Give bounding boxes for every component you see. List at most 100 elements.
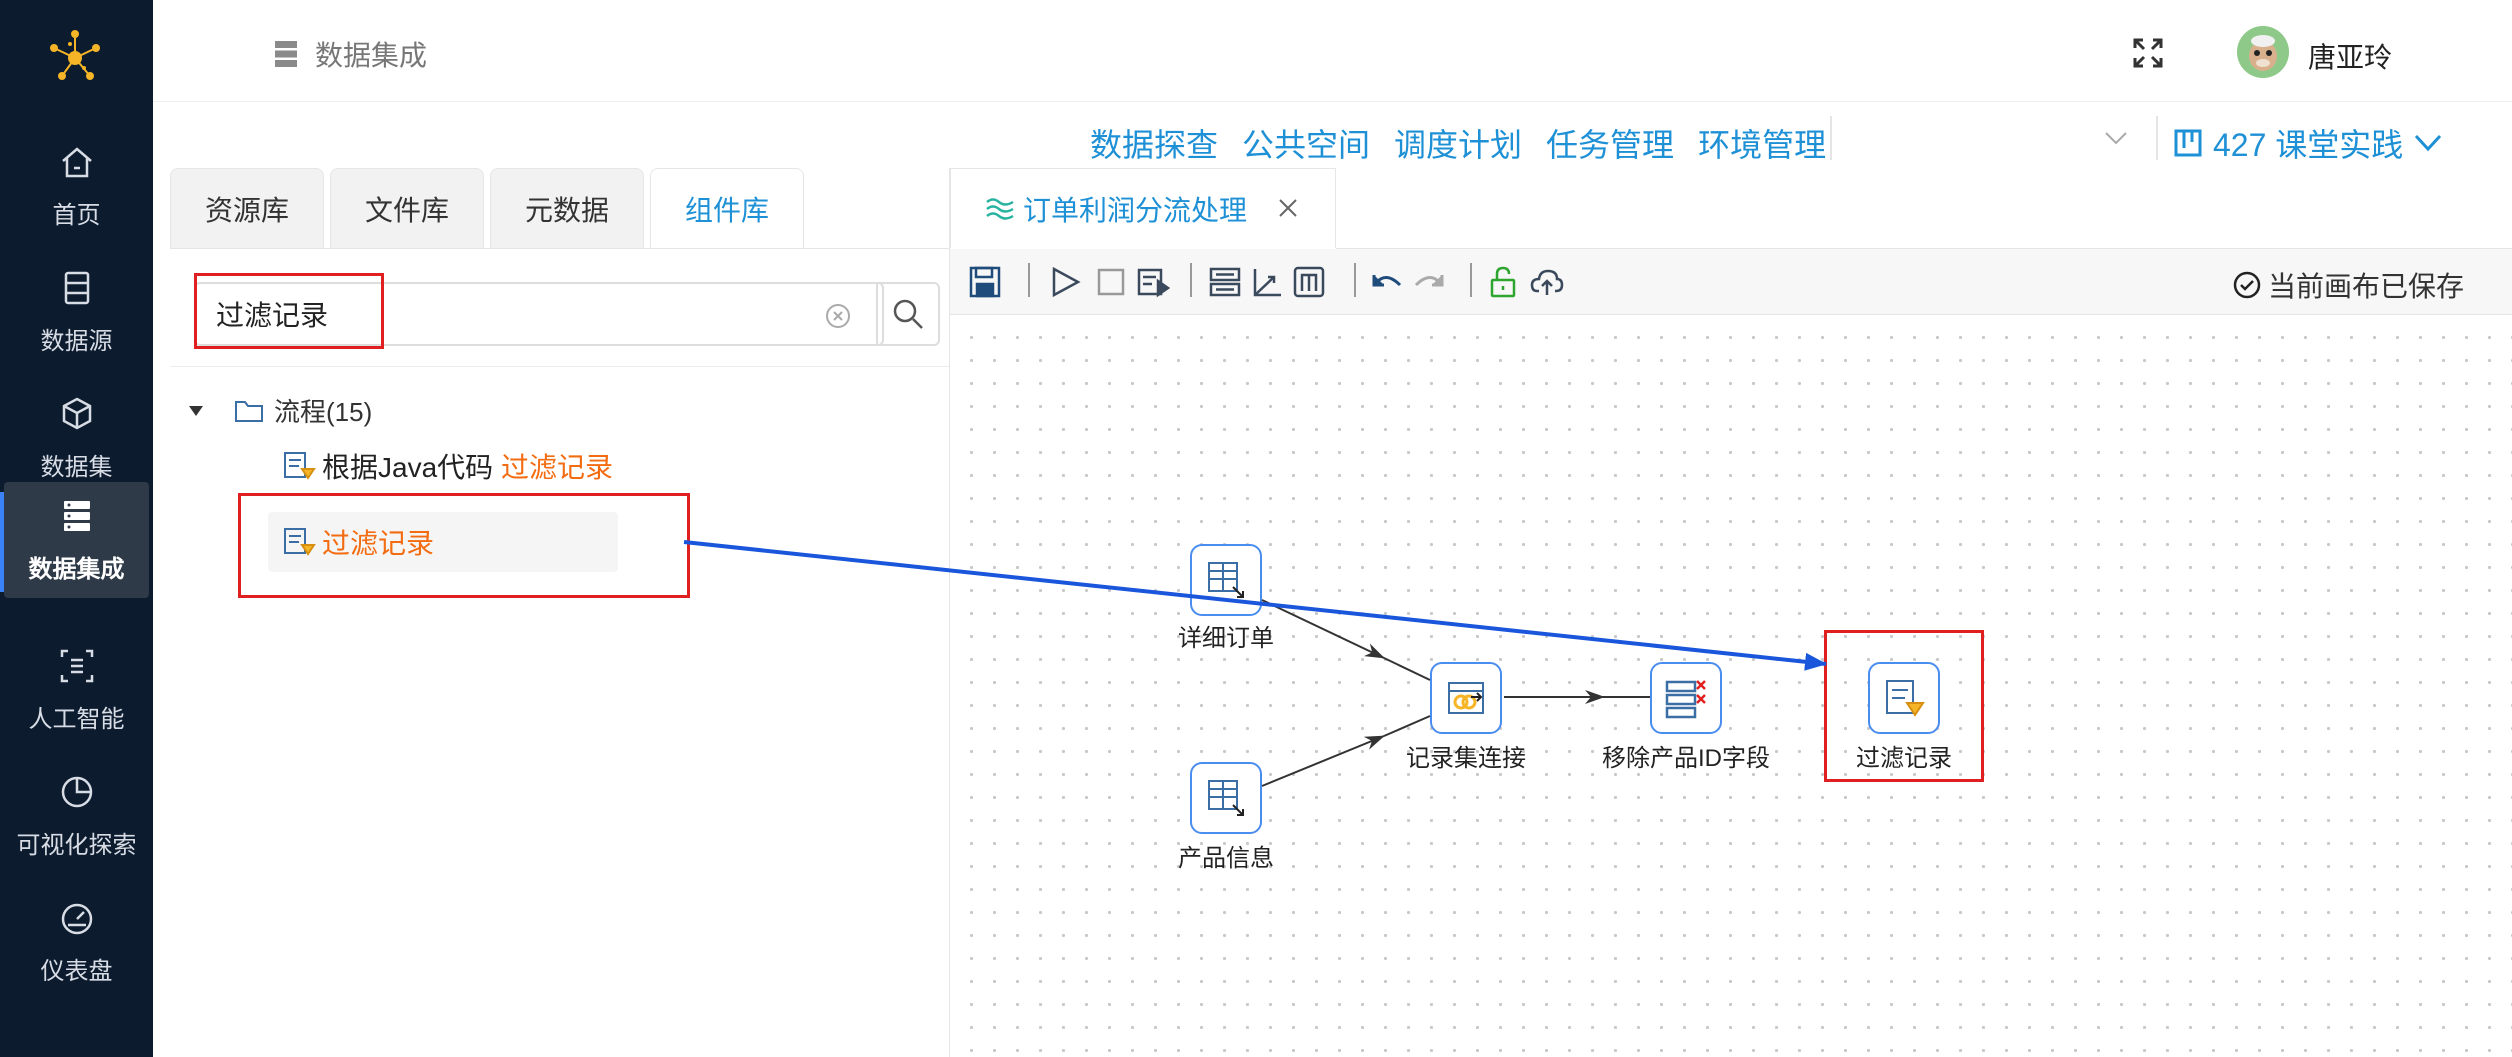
run-icon[interactable] (1048, 265, 1082, 299)
sidebar-item-label: 仪表盘 (40, 957, 113, 985)
tab-metadata[interactable]: 元数据 (490, 168, 645, 248)
integration-server-icon (63, 500, 90, 531)
save-icon[interactable] (968, 265, 1002, 299)
flow-editor: 订单利润分流处理 当前画布已保存 详细订单 产品信息 记录集连接 移除产品ID字… (950, 168, 2512, 1057)
tab-component-library[interactable]: 组件库 (650, 168, 805, 248)
item-annotation-box (238, 493, 690, 598)
editor-tab-title: 订单利润分流处理 (1023, 194, 1248, 226)
top-header: 数据集成 唐亚玲 (153, 0, 2512, 102)
gauge-icon (61, 903, 92, 934)
menu-link-public-space[interactable]: 公共空间 (1242, 120, 1370, 166)
chevron-down-icon (2415, 134, 2442, 152)
sidebar-item-label: 可视化探索 (16, 831, 137, 859)
kanban-icon (2174, 129, 2202, 157)
flow-node-label: 移除产品ID字段 (1602, 745, 1770, 772)
toolbar-divider (1354, 263, 1356, 297)
menu-divider (1830, 116, 1832, 160)
flow-node-product-info[interactable] (1190, 762, 1262, 834)
menu-link-data-explore[interactable]: 数据探查 (1090, 120, 1218, 166)
toolbar-divider (1470, 263, 1472, 297)
menu-link-task-management[interactable]: 任务管理 (1546, 120, 1674, 166)
project-name: 427 课堂实践 (2213, 127, 2404, 163)
sidebar-item-datasource[interactable]: 数据源 (0, 252, 153, 372)
redo-icon[interactable] (1412, 265, 1446, 299)
ai-icon (60, 649, 93, 682)
stop-icon[interactable] (1094, 265, 1128, 299)
username[interactable]: 唐亚玲 (2308, 36, 2392, 76)
clear-icon[interactable] (826, 304, 850, 328)
sidebar: 首页 数据源 数据集 数据集成 人工智能 可视化探索 仪表盘 (0, 0, 153, 1057)
sidebar-item-label: 首页 (52, 201, 101, 229)
align-rows-icon[interactable] (1208, 265, 1242, 299)
avatar[interactable] (2237, 26, 2289, 78)
sidebar-item-label: 数据集成 (28, 555, 125, 583)
schedule-run-icon[interactable] (1136, 265, 1170, 299)
tab-resource-library[interactable]: 资源库 (170, 168, 325, 248)
toolbar-divider (1028, 263, 1030, 297)
server-stack-icon (275, 41, 297, 67)
fullscreen-icon[interactable] (2131, 36, 2165, 70)
flow-node-remove-field[interactable] (1650, 662, 1722, 734)
check-circle-icon (2233, 271, 2261, 299)
filter-record-icon (284, 452, 316, 480)
chevron-down-icon[interactable] (2103, 130, 2129, 146)
page-title-text: 数据集成 (315, 40, 428, 71)
unlock-icon[interactable] (1486, 265, 1520, 299)
sidebar-item-label: 人工智能 (28, 705, 125, 733)
tree-item-label: 根据Java代码 (322, 452, 501, 483)
sidebar-item-ai[interactable]: 人工智能 (0, 630, 153, 750)
tabs-divider (170, 248, 950, 249)
close-icon[interactable] (1277, 197, 1299, 219)
editor-toolbar: 当前画布已保存 (950, 249, 2512, 315)
tab-file-library[interactable]: 文件库 (330, 168, 485, 248)
join-icon (1448, 682, 1484, 714)
search-match-text: 过滤记录 (500, 452, 613, 483)
dataset-cube-icon (62, 397, 91, 429)
table-input-icon (1208, 562, 1244, 598)
grid-snap-icon[interactable] (1292, 265, 1326, 299)
menu-bar: 数据探查 公共空间 调度计划 任务管理 环境管理 427 课堂实践 (153, 102, 2512, 168)
axis-icon[interactable] (1250, 265, 1284, 299)
editor-tab-flow[interactable]: 订单利润分流处理 (950, 168, 1336, 248)
sidebar-item-label: 数据集 (40, 453, 113, 481)
flow-node-label: 详细订单 (1178, 625, 1274, 652)
component-panel: 资源库 文件库 元数据 组件库 流程(15) 根据Java代码 过滤记录 过滤记… (170, 168, 950, 1057)
save-status-text: 当前画布已保存 (2268, 271, 2465, 302)
home-icon (61, 146, 92, 177)
flow-node-label: 记录集连接 (1406, 745, 1526, 772)
cloud-upload-icon[interactable] (1530, 265, 1564, 299)
sidebar-item-dataset[interactable]: 数据集 (0, 378, 153, 498)
save-status: 当前画布已保存 (2232, 265, 2464, 305)
sidebar-item-home[interactable]: 首页 (0, 126, 153, 246)
menu-link-env-management[interactable]: 环境管理 (1698, 120, 1826, 166)
datasource-icon (64, 271, 89, 304)
sidebar-item-label: 数据源 (40, 327, 113, 355)
menu-divider (2156, 116, 2158, 160)
page-title: 数据集成 (273, 34, 427, 74)
menu-links: 数据探查 公共空间 调度计划 任务管理 环境管理 (1090, 120, 1826, 166)
folder-icon (235, 400, 263, 422)
flow-node-label: 产品信息 (1178, 845, 1274, 872)
flow-node-record-join[interactable] (1430, 662, 1502, 734)
table-input-icon (1208, 780, 1244, 816)
pie-chart-icon (61, 776, 92, 807)
menu-link-schedule[interactable]: 调度计划 (1394, 120, 1522, 166)
search-button[interactable] (876, 282, 940, 346)
caret-down-icon (189, 405, 203, 416)
undo-icon[interactable] (1370, 265, 1404, 299)
app-logo-icon[interactable] (40, 22, 110, 92)
sidebar-item-visual-explore[interactable]: 可视化探索 (0, 756, 153, 876)
remove-field-icon (1665, 680, 1706, 719)
sidebar-item-integration[interactable]: 数据集成 (0, 482, 149, 598)
flow-node-detail-order[interactable] (1190, 544, 1262, 616)
node-annotation-box (1824, 630, 1984, 782)
flow-canvas[interactable]: 详细订单 产品信息 记录集连接 移除产品ID字段 过滤记录 (950, 316, 2512, 1057)
project-selector[interactable]: 427 课堂实践 (2173, 120, 2453, 166)
tree-item-java-filter[interactable]: 根据Java代码 过滤记录 (282, 446, 613, 486)
search-icon (893, 299, 923, 329)
flow-waves-icon (986, 197, 1014, 220)
panel-divider (170, 366, 950, 367)
tree-folder-process[interactable]: 流程(15) (188, 392, 372, 429)
sidebar-item-dashboard[interactable]: 仪表盘 (0, 882, 153, 1002)
tree-folder-label: 流程(15) (274, 397, 373, 427)
